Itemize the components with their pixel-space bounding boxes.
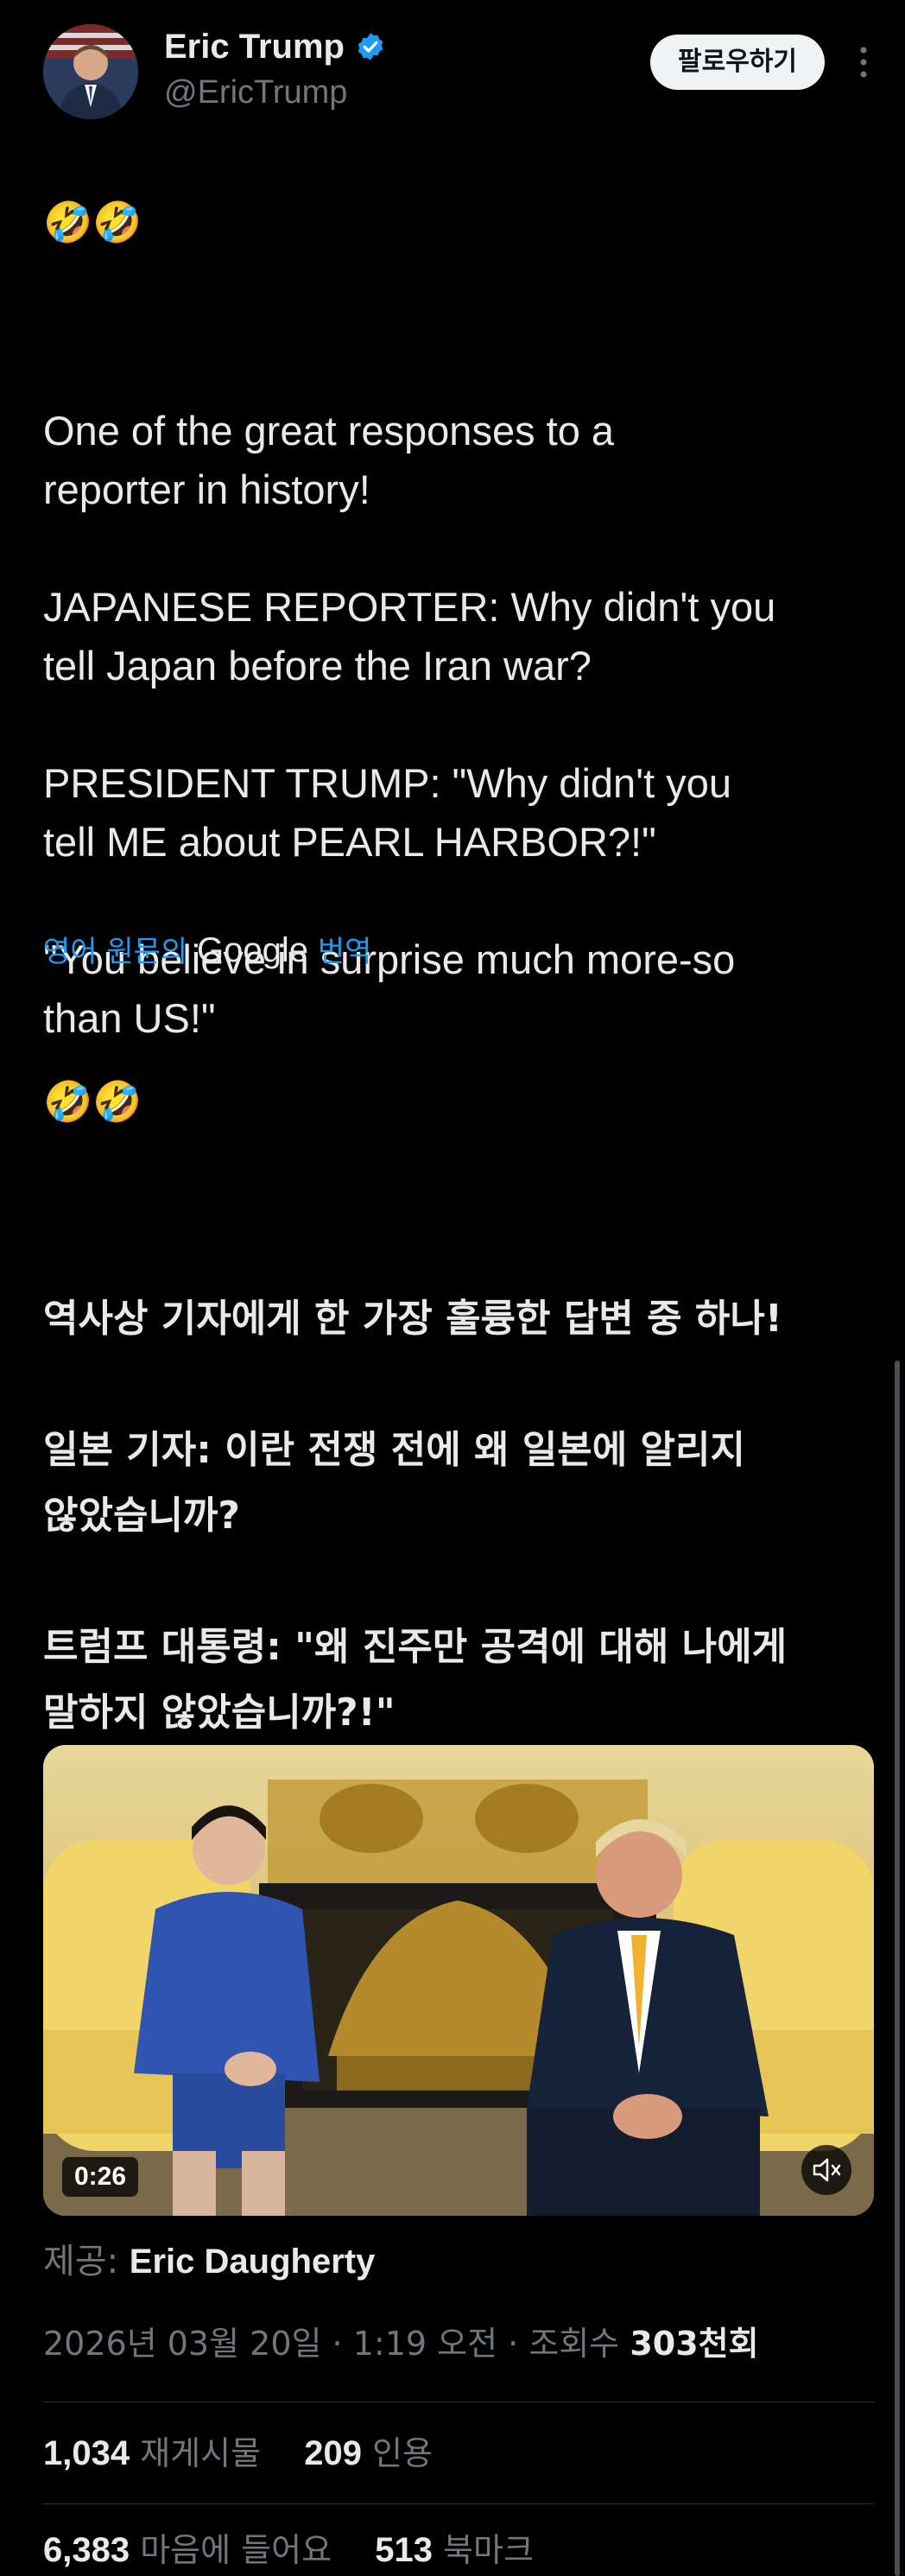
engagement-stats-row-1: 1,034 재게시물 209 인용 (43, 2429, 433, 2478)
scrollbar[interactable] (895, 1361, 900, 2576)
likes-stat[interactable]: 6,383 마음에 들어요 (43, 2531, 342, 2569)
verified-badge-icon (355, 31, 386, 62)
bookmarks-stat[interactable]: 513 북마크 (375, 2531, 534, 2569)
views-label: 조회수 (528, 2325, 620, 2363)
tweet-date[interactable]: 2026년 03월 20일 (43, 2325, 321, 2363)
quotes-count: 209 (304, 2434, 362, 2472)
likes-count: 6,383 (43, 2531, 130, 2569)
divider (43, 2503, 874, 2504)
credit-name-link[interactable]: Eric Daugherty (130, 2243, 376, 2281)
tweet-time[interactable]: 1:19 오전 (353, 2325, 497, 2363)
video-duration-badge: 0:26 (62, 2157, 139, 2197)
avatar[interactable] (43, 24, 138, 119)
more-options-icon[interactable] (855, 43, 872, 81)
tweet-metadata: 2026년 03월 20일 · 1:19 오전 · 조회수 303천회 (43, 2319, 759, 2368)
meta-separator: · (508, 2325, 519, 2363)
translation-attribution[interactable]: 영어 원문의 Google 번역 (43, 926, 371, 976)
media-credit: 제공: Eric Daugherty (43, 2237, 375, 2286)
meta-separator: · (332, 2325, 343, 2363)
author-name-block: Eric Trump @EricTrump (164, 24, 386, 114)
bookmarks-label: 북마크 (443, 2531, 534, 2569)
quotes-stat[interactable]: 209 인용 (304, 2434, 433, 2472)
likes-label: 마음에 들어요 (140, 2531, 332, 2569)
bookmarks-count: 513 (375, 2531, 433, 2569)
google-logo-text: Google (197, 931, 309, 969)
tweet-header: Eric Trump @EricTrump 팔로우하기 (43, 24, 872, 119)
views-count: 303천회 (630, 2325, 759, 2363)
translation-suffix: 번역 (317, 935, 372, 969)
author-display-name[interactable]: Eric Trump (164, 24, 345, 69)
reposts-count: 1,034 (43, 2434, 130, 2472)
translation-prefix: 영어 원문의 (43, 935, 188, 969)
author-handle[interactable]: @EricTrump (164, 71, 386, 114)
video-thumbnail (43, 1745, 874, 2216)
quotes-label: 인용 (372, 2434, 433, 2472)
translated-emoji-row: 🤣🤣 (43, 1078, 142, 1125)
video-player[interactable]: 0:26 (43, 1745, 874, 2216)
muted-speaker-icon (813, 2158, 841, 2182)
laughing-emoji-row: 🤣🤣 (43, 200, 142, 244)
tweet-detail-page: Eric Trump @EricTrump 팔로우하기 🤣🤣 One of th… (0, 0, 905, 2576)
reposts-stat[interactable]: 1,034 재게시물 (43, 2434, 271, 2472)
mute-button[interactable] (801, 2145, 851, 2195)
engagement-stats-row-2: 6,383 마음에 들어요 513 북마크 (43, 2526, 534, 2574)
reposts-label: 재게시물 (140, 2434, 262, 2472)
follow-button[interactable]: 팔로우하기 (650, 35, 825, 90)
credit-label: 제공: (43, 2242, 119, 2281)
